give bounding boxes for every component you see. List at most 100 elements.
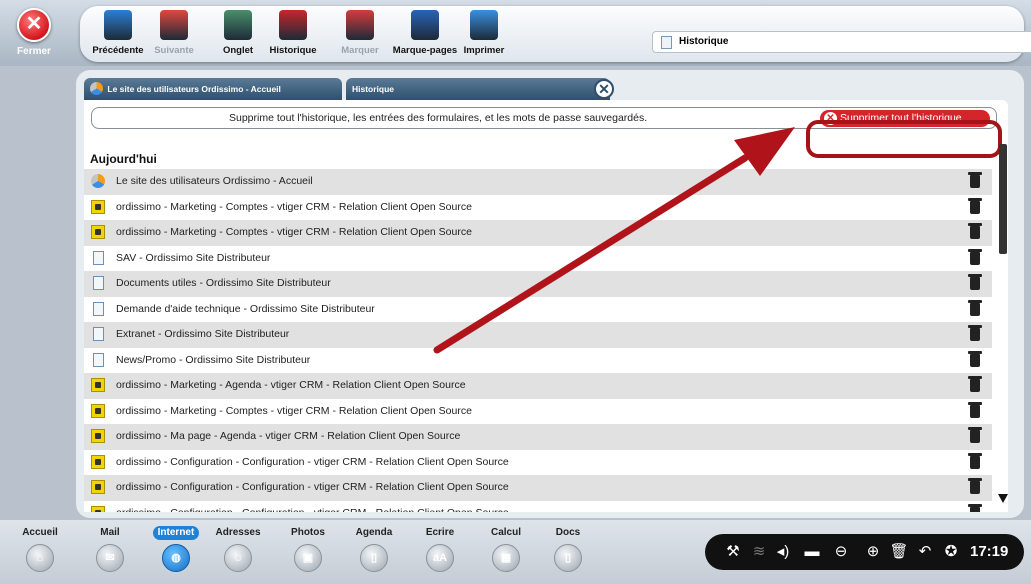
- trash-icon[interactable]: [968, 350, 982, 367]
- toolbar-button-label: Onglet: [222, 45, 254, 56]
- address-bar[interactable]: Historique: [652, 31, 1031, 53]
- minus-icon[interactable]: ⊖: [831, 534, 851, 570]
- document-icon: [93, 301, 104, 316]
- vtiger-crm-icon: [91, 429, 105, 443]
- dock-app-mail[interactable]: Mail ✉: [80, 526, 140, 572]
- history-icon: [279, 10, 307, 40]
- dock-app-documents[interactable]: Docs ▯: [538, 526, 598, 572]
- toolbar-button-2[interactable]: Onglet: [210, 6, 266, 62]
- battery-icon: ▬: [804, 543, 820, 560]
- mail-icon: ✉: [96, 544, 124, 572]
- toolbar-button-0[interactable]: Précédente: [90, 6, 146, 62]
- home-icon: ⌂: [26, 544, 54, 572]
- vtiger-crm-icon: [91, 403, 105, 418]
- toolbar-button-3[interactable]: Historique: [265, 6, 321, 62]
- forward-arrow-icon: [160, 10, 188, 40]
- toolbar-button-label: Historique: [269, 45, 317, 56]
- history-row[interactable]: ordissimo - Marketing - Agenda - vtiger …: [84, 373, 992, 399]
- trash-icon[interactable]: [968, 478, 982, 494]
- history-row[interactable]: Extranet - Ordissimo Site Distributeur: [84, 322, 992, 348]
- trash-icon[interactable]: [968, 427, 982, 443]
- trash-icon[interactable]: [968, 452, 982, 469]
- system-tray: ⚒ ≋ ◂) ▬ ⊖ ⊕ 🗑 ↶ ✪ 17:19: [705, 534, 1024, 570]
- scroll-down-arrow-icon[interactable]: [998, 494, 1008, 503]
- toolbar-button-1[interactable]: Suivante: [146, 6, 202, 62]
- history-row[interactable]: ordissimo - Marketing - Comptes - vtiger…: [84, 398, 992, 424]
- history-row[interactable]: ordissimo - Configuration - Configuratio…: [84, 475, 992, 501]
- history-row[interactable]: ordissimo - Marketing - Comptes - vtiger…: [84, 220, 992, 246]
- close-button[interactable]: ✕ Fermer: [2, 2, 66, 64]
- history-row[interactable]: SAV - Ordissimo Site Distributeur: [84, 245, 992, 271]
- trash-icon[interactable]: [968, 248, 982, 265]
- history-row[interactable]: ordissimo - Configuration - Configuratio…: [84, 449, 992, 475]
- history-row-title: Demande d'aide technique - Ordissimo Sit…: [116, 302, 375, 315]
- toolbar-button-6[interactable]: Imprimer: [456, 6, 512, 62]
- wifi-icon[interactable]: ≋: [749, 534, 769, 570]
- contacts-icon: ☺: [224, 544, 252, 572]
- history-row-title: ordissimo - Configuration - Configuratio…: [116, 455, 509, 468]
- tools-icon[interactable]: ⚒: [723, 534, 743, 570]
- trash-icon[interactable]: [968, 197, 982, 214]
- dock-app-home[interactable]: Accueil ⌂: [10, 526, 70, 572]
- dock-app-globe[interactable]: Internet ◍: [146, 526, 206, 572]
- trash-icon[interactable]: 🗑: [889, 534, 909, 570]
- history-row[interactable]: ordissimo - Configuration - Configuratio…: [84, 500, 992, 512]
- vtiger-crm-icon: [91, 454, 105, 469]
- scrollbar[interactable]: [998, 144, 1008, 504]
- plus-icon[interactable]: ⊕: [863, 534, 883, 570]
- document-icon: [93, 250, 104, 265]
- section-title: Aujourd'hui: [90, 152, 157, 166]
- dock-app-calendar[interactable]: Agenda ▯: [344, 526, 404, 572]
- history-row-title: ordissimo - Ma page - Agenda - vtiger CR…: [116, 430, 461, 442]
- history-row[interactable]: ordissimo - Ma page - Agenda - vtiger CR…: [84, 424, 992, 450]
- notice-text: Supprime tout l'historique, les entrées …: [229, 112, 648, 124]
- history-row[interactable]: ordissimo - Marketing - Comptes - vtiger…: [84, 194, 992, 220]
- document-icon: [93, 276, 104, 290]
- history-row-title: ordissimo - Marketing - Comptes - vtiger…: [116, 226, 472, 238]
- ordissimo-orb-icon: [91, 174, 105, 188]
- help-icon[interactable]: ✪: [941, 534, 961, 570]
- dock-app-label: Internet: [152, 526, 200, 540]
- history-row-title: Documents utiles - Ordissimo Site Distri…: [116, 277, 331, 289]
- clock: 17:19: [970, 543, 1009, 560]
- trash-icon[interactable]: [968, 274, 982, 290]
- toolbar-button-label: Suivante: [154, 45, 194, 56]
- history-row[interactable]: Le site des utilisateurs Ordissimo - Acc…: [84, 169, 992, 195]
- tab-history[interactable]: Historique: [346, 78, 610, 100]
- dock-app-label: Mail: [100, 527, 120, 538]
- history-row[interactable]: Documents utiles - Ordissimo Site Distri…: [84, 271, 992, 297]
- trash-icon[interactable]: [968, 299, 982, 316]
- toolbar-button-label: Imprimer: [463, 45, 505, 56]
- undo-icon[interactable]: ↶: [915, 534, 935, 570]
- dock-app-contacts[interactable]: Adresses ☺: [208, 526, 268, 572]
- scroll-thumb[interactable]: [999, 144, 1007, 254]
- trash-icon[interactable]: [968, 325, 982, 341]
- close-tab-icon[interactable]: ✕: [594, 79, 614, 99]
- trash-icon[interactable]: [968, 376, 982, 392]
- bookmarks-icon: [411, 10, 439, 40]
- back-arrow-icon: [104, 10, 132, 40]
- vtiger-crm-icon: [91, 225, 105, 239]
- trash-icon[interactable]: [968, 223, 982, 239]
- browser-content: Le site des utilisateurs Ordissimo - Acc…: [76, 70, 1024, 518]
- dock-app-label: Photos: [291, 527, 325, 538]
- new-tab-icon: [224, 10, 252, 40]
- trash-icon[interactable]: [968, 172, 982, 188]
- dock-app-photo[interactable]: Photos ▣: [278, 526, 338, 572]
- volume-icon[interactable]: ◂): [773, 534, 793, 570]
- history-row[interactable]: News/Promo - Ordissimo Site Distributeur: [84, 347, 992, 373]
- top-toolbar: ✕ Fermer Précédente Suivante Onglet Histori…: [0, 0, 1031, 66]
- history-row-title: Extranet - Ordissimo Site Distributeur: [116, 328, 290, 340]
- dock-app-write[interactable]: Ecrire aA: [410, 526, 470, 572]
- tab-ordissimo-home[interactable]: Le site des utilisateurs Ordissimo - Acc…: [84, 78, 342, 100]
- document-icon: [93, 327, 104, 341]
- bookmark-add-icon: [346, 10, 374, 40]
- close-icon: ✕: [17, 8, 51, 42]
- toolbar-button-5[interactable]: Marque-pages: [390, 6, 460, 62]
- dock-app-calculator[interactable]: Calcul ▦: [476, 526, 536, 572]
- history-row[interactable]: Demande d'aide technique - Ordissimo Sit…: [84, 296, 992, 322]
- trash-icon[interactable]: [968, 401, 982, 418]
- toolbar-button-4[interactable]: Marquer: [332, 6, 388, 62]
- trash-icon[interactable]: [968, 503, 982, 512]
- history-row-title: ordissimo - Marketing - Comptes - vtiger…: [116, 404, 472, 417]
